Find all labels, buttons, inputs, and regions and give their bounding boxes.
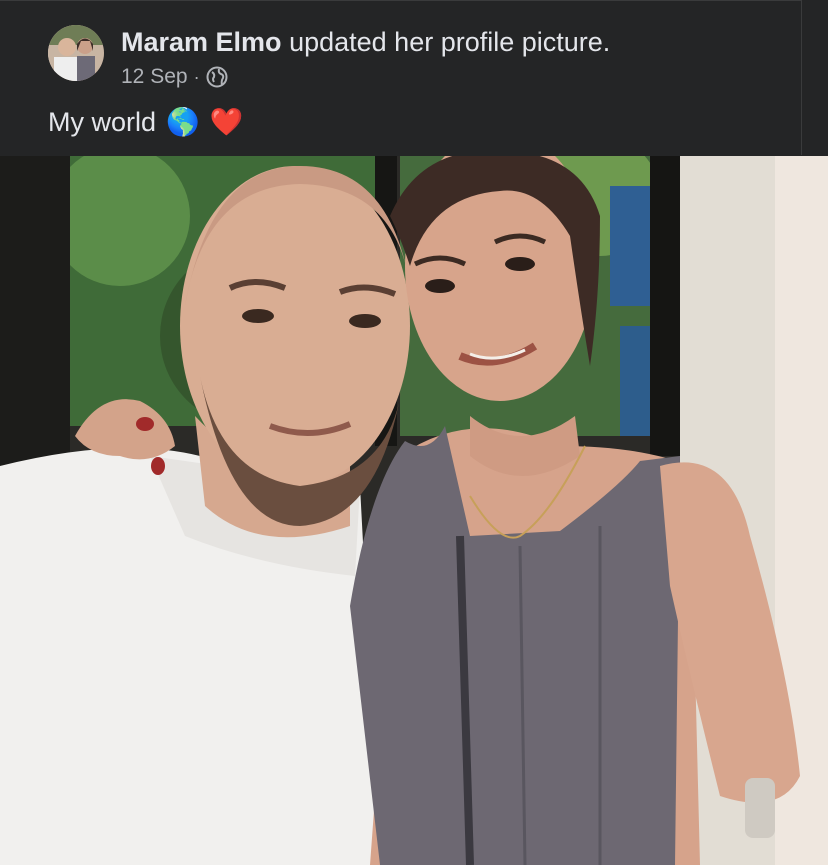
- heart-emoji: ❤️: [209, 107, 244, 137]
- meta-separator: ·: [193, 66, 200, 87]
- post-header: Maram Elmo updated her profile picture. …: [0, 0, 802, 155]
- avatar[interactable]: [48, 25, 104, 81]
- post-caption: My world 🌎 ❤️: [48, 107, 243, 138]
- post-card: Maram Elmo updated her profile picture. …: [0, 0, 828, 865]
- author-name[interactable]: Maram Elmo: [121, 27, 282, 57]
- globe-emoji: 🌎: [166, 107, 200, 137]
- post-action-text: updated her profile picture.: [289, 27, 611, 57]
- post-headline: Maram Elmo updated her profile picture.: [121, 27, 610, 58]
- post-date[interactable]: 12 Sep: [121, 65, 188, 89]
- globe-icon[interactable]: [206, 66, 228, 88]
- post-photo[interactable]: [0, 156, 828, 865]
- caption-text: My world: [48, 107, 157, 137]
- post-meta: 12 Sep ·: [121, 65, 228, 89]
